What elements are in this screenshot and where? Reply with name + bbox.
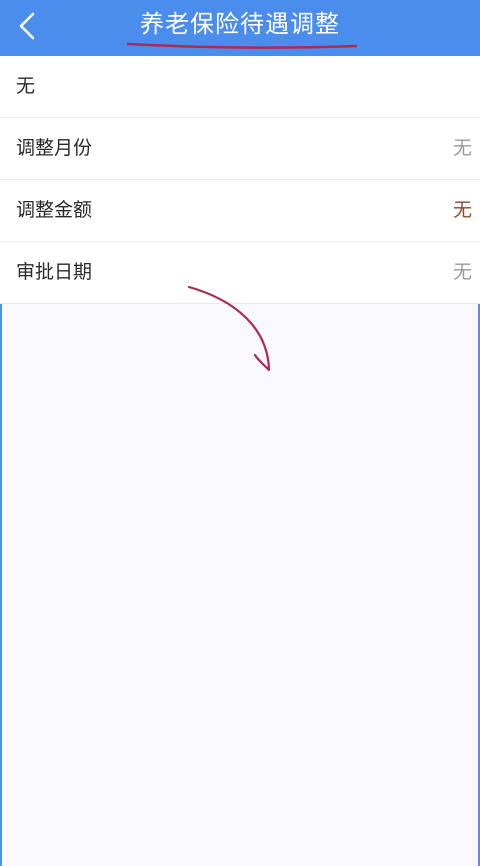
list-item-value: 无 [452,199,472,221]
list-item-label: 审批日期 [16,261,93,283]
row-adjust-amount: 调整金额 无 [0,180,480,242]
info-list: 无 调整月份 无 调整金额 无 审批日期 无 [0,56,480,304]
nav-bar: 养老保险待遇调整 [0,0,480,56]
row-approval-date: 审批日期 无 [0,242,480,303]
list-item-value: 无 [452,137,472,159]
list-item: 无 [0,56,480,118]
page-title: 养老保险待遇调整 [140,10,340,38]
list-item-label: 无 [16,75,36,97]
list-item-label: 调整金额 [16,199,93,221]
list-item-value: 无 [452,261,472,283]
row-adjust-month: 调整月份 无 [0,118,480,180]
list-item-label: 调整月份 [16,137,93,159]
